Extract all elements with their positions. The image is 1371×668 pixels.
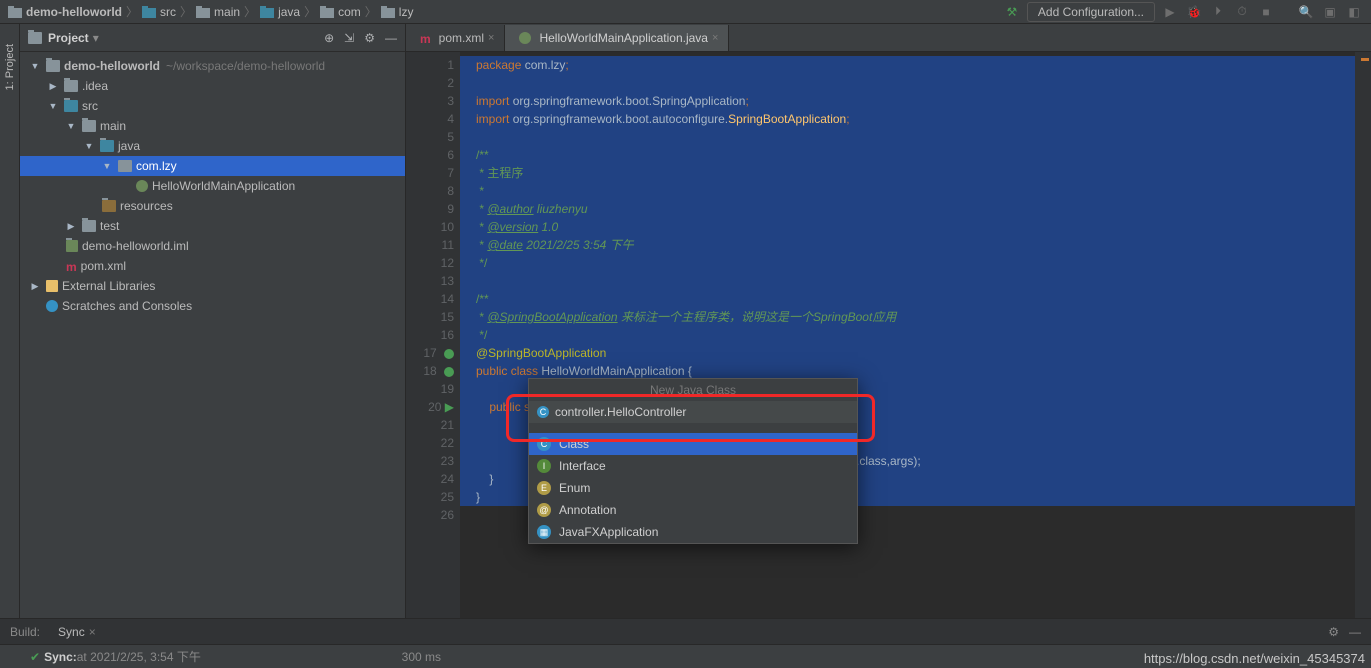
new-class-popup: New Java Class C controller.HelloControl… [528, 378, 858, 544]
gear-icon[interactable]: ⚙ [1328, 625, 1339, 639]
close-icon[interactable]: × [712, 32, 718, 44]
popup-list: CClass IInterface EEnum @Annotation ▦Jav… [529, 433, 857, 543]
maven-icon: m [420, 32, 431, 44]
tree-root[interactable]: demo-helloworld [64, 59, 160, 73]
sync-time: at 2021/2/25, 3:54 下午 [77, 648, 201, 665]
hide-icon[interactable]: — [1349, 625, 1361, 639]
spring-icon [519, 32, 531, 44]
hammer-icon[interactable]: ⚒ [1003, 3, 1021, 21]
tree-item[interactable]: HelloWorldMainApplication [152, 179, 295, 193]
bc-root[interactable]: demo-helloworld [26, 5, 122, 19]
interface-icon: I [537, 459, 551, 473]
tree-item[interactable]: main [100, 119, 126, 133]
project-panel: Project ▾ ⊕ ⇲ ⚙ — ▼demo-helloworld~/work… [20, 24, 406, 618]
editor-tabs: mpom.xml× HelloWorldMainApplication.java… [406, 24, 1371, 52]
expand-icon[interactable]: ⇲ [344, 31, 354, 45]
gear-icon[interactable]: ⚙ [364, 31, 375, 45]
popup-item-class[interactable]: CClass [529, 433, 857, 455]
library-icon [46, 280, 58, 292]
stop-icon[interactable]: ■ [1257, 3, 1275, 21]
annotation-icon: @ [537, 503, 551, 517]
popup-item-annotation[interactable]: @Annotation [529, 499, 857, 521]
popup-item-enum[interactable]: EEnum [529, 477, 857, 499]
popup-title: New Java Class [529, 379, 857, 401]
chevron-down-icon[interactable]: ▾ [93, 31, 99, 45]
tree-item[interactable]: External Libraries [62, 279, 155, 293]
tree-item[interactable]: test [100, 219, 119, 233]
top-bar: demo-helloworld〉 src〉 main〉 java〉 com〉 l… [0, 0, 1371, 24]
run-icon[interactable]: ▶ [1161, 3, 1179, 21]
sync-duration: 300 ms [402, 650, 441, 664]
folder-icon [142, 5, 156, 19]
popup-item-interface[interactable]: IInterface [529, 455, 857, 477]
search-icon[interactable]: 🔍 [1297, 3, 1315, 21]
left-tool-strip[interactable]: 1: Project [0, 24, 20, 618]
tree-item[interactable]: resources [120, 199, 173, 213]
tree-item[interactable]: java [118, 139, 140, 153]
class-name-input[interactable]: controller.HelloController [555, 405, 686, 419]
project-icon [28, 32, 42, 44]
add-configuration-button[interactable]: Add Configuration... [1027, 2, 1155, 22]
build-label: Build: [10, 625, 40, 639]
debug-icon[interactable]: 🐞 [1185, 3, 1203, 21]
tab-pom[interactable]: mpom.xml× [406, 25, 505, 51]
watermark: https://blog.csdn.net/weixin_45345374 [1144, 651, 1365, 666]
run-gutter-icon[interactable] [444, 367, 454, 377]
tree-item[interactable]: demo-helloworld.iml [82, 239, 189, 253]
profile-icon[interactable]: ⏱ [1233, 3, 1251, 21]
javafx-icon: ▦ [537, 525, 551, 539]
layout-icon[interactable]: ▣ [1321, 3, 1339, 21]
enum-icon: E [537, 481, 551, 495]
breadcrumb[interactable]: demo-helloworld〉 src〉 main〉 java〉 com〉 l… [8, 3, 413, 20]
folder-icon [196, 5, 210, 19]
panel-header: Project ▾ ⊕ ⇲ ⚙ — [20, 24, 405, 52]
build-bar: Build: Sync× ⚙ — [0, 618, 1371, 644]
hide-icon[interactable]: — [385, 31, 397, 45]
tab-app[interactable]: HelloWorldMainApplication.java× [505, 25, 729, 51]
gutter[interactable]: 1234567891011121314151617 18 1920 ▶21222… [406, 52, 460, 618]
tree-item[interactable]: src [82, 99, 98, 113]
check-icon: ✔ [30, 650, 40, 664]
project-side-tab[interactable]: 1: Project [4, 44, 16, 90]
project-tree[interactable]: ▼demo-helloworld~/workspace/demo-hellowo… [20, 52, 405, 618]
build-tab-sync[interactable]: Sync× [52, 623, 102, 641]
folder-icon [320, 5, 334, 19]
tree-item-selected[interactable]: com.lzy [136, 159, 177, 173]
maven-icon: m [66, 260, 77, 272]
package-icon [381, 5, 395, 19]
toolbar-right: ⚒ Add Configuration... ▶ 🐞 ⏵ ⏱ ■ 🔍 ▣ ◧ [1003, 2, 1363, 22]
sync-label: Sync: [44, 650, 77, 664]
avatar-icon[interactable]: ◧ [1345, 3, 1363, 21]
class-icon: C [537, 437, 551, 451]
locate-icon[interactable]: ⊕ [324, 31, 334, 45]
tree-item[interactable]: pom.xml [81, 259, 126, 273]
error-stripe[interactable] [1355, 52, 1371, 618]
close-icon[interactable]: × [488, 32, 494, 44]
coverage-icon[interactable]: ⏵ [1209, 3, 1227, 21]
popup-input-row[interactable]: C controller.HelloController [529, 401, 857, 423]
spring-icon [136, 180, 148, 192]
class-icon: C [537, 406, 549, 418]
scratch-icon [46, 300, 58, 312]
tree-item[interactable]: .idea [82, 79, 108, 93]
panel-title[interactable]: Project [48, 31, 89, 45]
run-gutter-icon[interactable] [444, 349, 454, 359]
folder-icon [260, 5, 274, 19]
folder-icon [8, 5, 22, 19]
tree-item[interactable]: Scratches and Consoles [62, 299, 192, 313]
close-icon[interactable]: × [89, 625, 96, 639]
popup-item-javafx[interactable]: ▦JavaFXApplication [529, 521, 857, 543]
